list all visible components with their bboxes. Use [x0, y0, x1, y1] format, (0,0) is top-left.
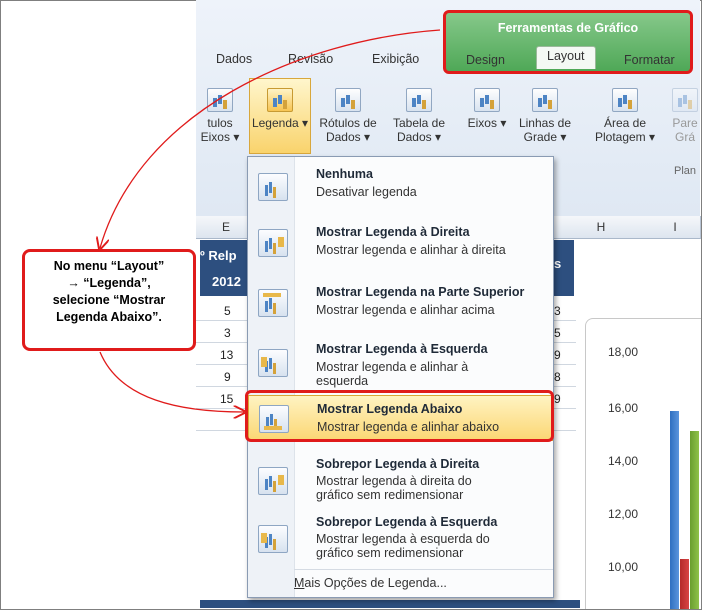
annotation-arrows	[0, 29, 441, 610]
arrow-to-menu-item	[99, 351, 244, 412]
arrow-to-callout	[100, 29, 441, 248]
